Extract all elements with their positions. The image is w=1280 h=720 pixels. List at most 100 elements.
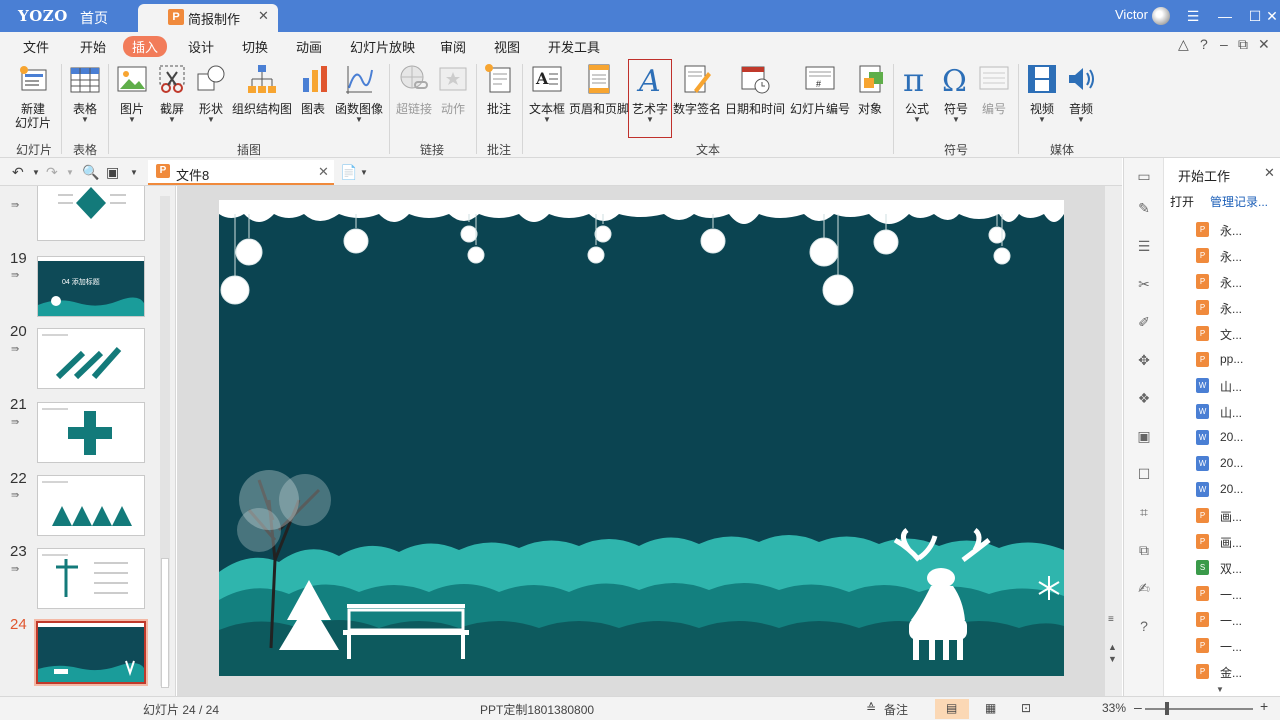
undo-dropdown-icon[interactable]: ▼ <box>32 168 40 177</box>
notes-button[interactable]: 备注 <box>884 701 908 718</box>
transform-icon[interactable]: ✥ <box>1136 352 1152 368</box>
slide-thumbnail-20[interactable] <box>37 328 145 389</box>
document-tab[interactable]: P 简报制作 ✕ <box>138 4 278 32</box>
customize-dropdown-icon[interactable]: ▼ <box>130 168 138 177</box>
slide-thumbnail-18[interactable] <box>37 186 145 241</box>
doc-minimize-icon[interactable]: – <box>1220 36 1228 52</box>
slide-vertical-scrollbar[interactable]: ≡ ▲ ▼ <box>1105 186 1122 696</box>
pen-icon[interactable]: ✎ <box>1136 200 1152 216</box>
menu-animations[interactable]: 动画 <box>296 37 322 56</box>
menu-file[interactable]: 文件 <box>23 37 49 56</box>
menu-home[interactable]: 开始 <box>80 37 106 56</box>
panel-toggle-icon[interactable]: ▭ <box>1136 168 1152 184</box>
home-tab[interactable]: 首页 <box>80 8 108 28</box>
user-name[interactable]: Victor <box>1115 7 1148 22</box>
table-button[interactable]: 表格 ▼ <box>66 62 104 124</box>
window-close-icon[interactable]: ✕ <box>1262 6 1280 26</box>
menu-design[interactable]: 设计 <box>188 37 214 56</box>
brush-icon[interactable]: ✐ <box>1136 314 1152 330</box>
digital-sign-button[interactable]: 数字签名 <box>672 62 722 116</box>
header-footer-button[interactable]: 页眉和页脚 <box>568 62 630 116</box>
collapse-ribbon-icon[interactable]: △ <box>1178 36 1189 53</box>
function-graph-button[interactable]: 函数图像 ▼ <box>334 62 384 124</box>
close-icon[interactable]: ✕ <box>258 8 269 24</box>
menu-developer[interactable]: 开发工具 <box>548 37 600 56</box>
normal-view-button[interactable]: ▤ <box>935 699 969 719</box>
open-link[interactable]: 打开 <box>1170 193 1194 210</box>
screenshot-button[interactable]: 截屏 ▼ <box>154 62 190 124</box>
slide-thumbnail-21[interactable] <box>37 402 145 463</box>
new-document-dropdown-icon[interactable]: ▼ <box>360 168 368 177</box>
thumbnail-scrollbar[interactable] <box>160 196 170 688</box>
avatar[interactable] <box>1152 7 1170 25</box>
edit-icon[interactable]: ✍ <box>1136 580 1152 596</box>
redo-icon[interactable]: ↷ <box>46 164 58 181</box>
zoom-level[interactable]: 33% <box>1102 701 1126 715</box>
minimize-icon[interactable]: — <box>1215 6 1235 26</box>
formula-button[interactable]: π 公式 ▼ <box>898 62 936 124</box>
save-icon[interactable]: ▣ <box>106 164 119 181</box>
action-button[interactable]: 动作 <box>436 62 470 116</box>
close-icon[interactable]: ✕ <box>1264 165 1275 181</box>
close-icon[interactable]: ✕ <box>318 164 329 180</box>
notes-icon[interactable]: ≙ <box>866 701 876 715</box>
help-icon[interactable]: ? <box>1200 36 1208 52</box>
manage-records-link[interactable]: 管理记录... <box>1210 193 1268 210</box>
audio-button[interactable]: 音频 ▼ <box>1063 62 1099 124</box>
tools-icon[interactable]: ✂ <box>1136 276 1152 292</box>
help-icon[interactable]: ? <box>1136 618 1152 634</box>
picture-button[interactable]: 图片 ▼ <box>114 62 150 124</box>
datetime-button[interactable]: 日期和时间 <box>724 62 786 116</box>
doc-close-icon[interactable]: ✕ <box>1258 36 1270 53</box>
print-preview-icon[interactable]: 🔍 <box>82 164 99 181</box>
numbering-button[interactable]: 编号 <box>976 62 1012 116</box>
zoom-out-icon[interactable]: – <box>1134 699 1142 715</box>
org-chart-button[interactable]: 组织结构图 <box>232 62 292 116</box>
sorter-view-button[interactable]: ▦ <box>974 699 1008 719</box>
new-document-icon[interactable]: 📄 <box>340 164 357 181</box>
window-menu-icon[interactable]: ☰ <box>1183 6 1203 26</box>
menu-transitions[interactable]: 切换 <box>242 37 268 56</box>
zoom-in-icon[interactable]: + <box>1260 698 1268 714</box>
hyperlink-button[interactable]: 超链接 <box>394 62 434 116</box>
textbox-button[interactable]: A 文本框 ▼ <box>528 62 566 124</box>
copy-icon[interactable]: ⧉ <box>1136 542 1152 558</box>
current-slide[interactable] <box>219 200 1064 676</box>
chart-button[interactable]: 图表 <box>298 62 328 116</box>
slide-thumbnail-24[interactable] <box>34 619 148 686</box>
slide-thumbnail-23[interactable] <box>37 548 145 609</box>
function-graph-icon <box>346 66 373 94</box>
animation-icon[interactable]: ❖ <box>1136 390 1152 406</box>
reading-view-button[interactable]: ⊡ <box>1010 699 1044 719</box>
file-tab[interactable]: P 文件8 ✕ <box>148 160 334 185</box>
menu-slideshow[interactable]: 幻灯片放映 <box>350 37 415 56</box>
object-button[interactable]: 对象 <box>854 62 886 116</box>
menu-review[interactable]: 审阅 <box>440 37 466 56</box>
bookmark-icon[interactable]: ⌗ <box>1136 504 1152 520</box>
scroll-handle-icon[interactable]: ≡ <box>1108 614 1114 625</box>
slide-number-button[interactable]: # 幻灯片编号 <box>788 62 852 116</box>
image-edit-icon[interactable]: ▣ <box>1136 428 1152 444</box>
comment-button[interactable]: 批注 <box>482 62 516 116</box>
scroll-up-icon[interactable]: ▲ <box>1108 642 1117 652</box>
new-slide-button[interactable]: 新建 幻灯片 <box>10 62 56 130</box>
menu-view[interactable]: 视图 <box>494 37 520 56</box>
zoom-slider[interactable] <box>1145 708 1253 710</box>
sliders-icon[interactable]: ☰ <box>1136 238 1152 254</box>
zoom-slider-knob[interactable] <box>1165 702 1169 715</box>
wordart-button[interactable]: A 艺术字 ▼ <box>630 62 670 124</box>
comment-icon[interactable]: ☐ <box>1136 466 1152 482</box>
slide-thumbnail-22[interactable] <box>37 475 145 536</box>
redo-dropdown-icon[interactable]: ▼ <box>66 168 74 177</box>
scroll-down-icon[interactable]: ▼ <box>1216 685 1224 694</box>
svg-text:A: A <box>535 69 549 88</box>
shape-button[interactable]: 形状 ▼ <box>193 62 229 124</box>
undo-icon[interactable]: ↶ <box>12 164 24 181</box>
video-button[interactable]: 视频 ▼ <box>1024 62 1060 124</box>
thumbnail-scrollbar-thumb[interactable] <box>161 558 169 688</box>
slide-thumbnail-19[interactable]: 04 添加标题 <box>37 256 145 317</box>
symbol-button[interactable]: Ω 符号 ▼ <box>938 62 974 124</box>
scroll-down-icon[interactable]: ▼ <box>1108 654 1117 664</box>
doc-restore-icon[interactable]: ⧉ <box>1238 36 1248 53</box>
menu-insert[interactable]: 插入 <box>123 36 168 57</box>
